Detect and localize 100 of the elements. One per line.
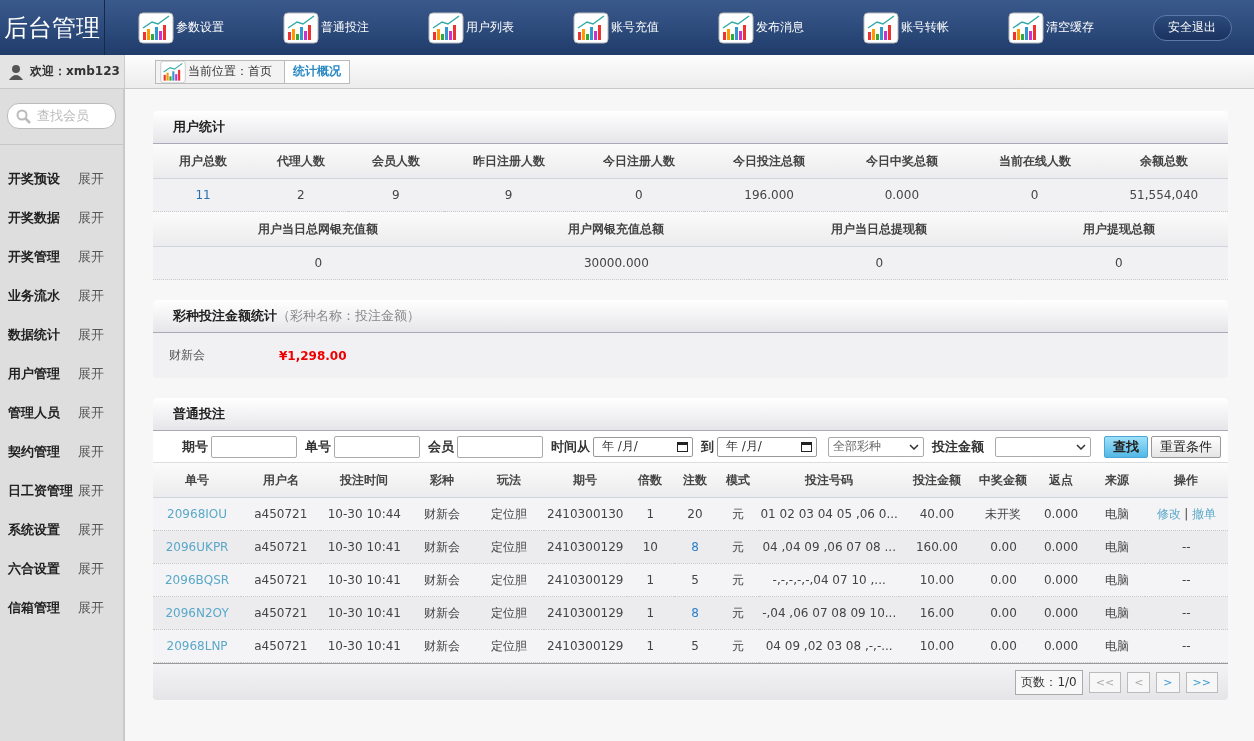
table-cell: -- bbox=[1144, 629, 1228, 663]
filter-label: 到 bbox=[701, 437, 714, 456]
column-header: 模式 bbox=[716, 463, 760, 498]
filter-label: 会员 bbox=[428, 437, 454, 456]
table-cell: 01 02 03 04 05 ,06 0... bbox=[759, 497, 900, 531]
panel-title: 普通投注 bbox=[173, 405, 225, 423]
expand-link[interactable]: 展开 bbox=[78, 598, 104, 617]
expand-link[interactable]: 展开 bbox=[78, 559, 104, 578]
column-header: 用户名 bbox=[241, 463, 321, 498]
sidebar-item[interactable]: 数据统计 bbox=[8, 325, 78, 344]
bar-chart-icon bbox=[282, 11, 319, 44]
table-cell: 0.00 bbox=[974, 596, 1033, 630]
expand-link[interactable]: 展开 bbox=[78, 442, 104, 461]
table-cell: 财新会 bbox=[408, 596, 475, 630]
table-cell: 2410300129 bbox=[543, 563, 627, 597]
expand-link[interactable]: 展开 bbox=[78, 247, 104, 266]
sidebar-item[interactable]: 业务流水 bbox=[8, 286, 78, 305]
table-cell: -,-,-,-,-,04 07 10 ,... bbox=[759, 563, 900, 597]
nav-item[interactable]: 普通投注 bbox=[282, 11, 428, 44]
reset-button[interactable]: 重置条件 bbox=[1151, 435, 1221, 458]
table-cell: 财新会 bbox=[408, 530, 475, 564]
table-cell: 10 bbox=[626, 530, 674, 564]
column-header: 投注金额 bbox=[899, 463, 975, 498]
sidebar-item[interactable]: 用户管理 bbox=[8, 364, 78, 383]
table-cell: 10-30 10:41 bbox=[320, 629, 409, 663]
table-cell: 0.00 bbox=[974, 629, 1033, 663]
table-cell: 财新会 bbox=[408, 629, 475, 663]
search-icon bbox=[16, 108, 31, 124]
expand-link[interactable]: 展开 bbox=[78, 481, 104, 500]
table-cell: a450721 bbox=[241, 497, 321, 531]
table-cell: 11 bbox=[153, 178, 254, 212]
sidebar-item[interactable]: 管理人员 bbox=[8, 403, 78, 422]
filter-label: 单号 bbox=[305, 437, 331, 456]
table-cell: 2410300129 bbox=[543, 596, 627, 630]
table-cell: 10-30 10:44 bbox=[320, 497, 409, 531]
column-header: 昨日注册人数 bbox=[443, 144, 574, 179]
table-cell: 定位胆 bbox=[474, 497, 544, 531]
bar-chart-icon bbox=[160, 59, 186, 84]
expand-link[interactable]: 展开 bbox=[78, 364, 104, 383]
column-header: 用户当日总网银充值额 bbox=[153, 212, 484, 247]
sidebar-item[interactable]: 系统设置 bbox=[8, 520, 78, 539]
sidebar-item[interactable]: 开奖预设 bbox=[8, 169, 78, 188]
column-header: 今日中奖总额 bbox=[834, 144, 970, 179]
nav-item[interactable]: 账号转帐 bbox=[862, 11, 1008, 44]
column-header: 投注号码 bbox=[759, 463, 900, 498]
expand-link[interactable]: 展开 bbox=[78, 403, 104, 422]
table-cell: -,04 ,06 07 08 09 10... bbox=[759, 596, 900, 630]
sidebar-item[interactable]: 开奖数据 bbox=[8, 208, 78, 227]
column-header: 彩种 bbox=[408, 463, 475, 498]
date-field[interactable]: 年 /月/ bbox=[593, 436, 693, 457]
sidebar-item[interactable]: 六合设置 bbox=[8, 559, 78, 578]
expand-link[interactable]: 展开 bbox=[78, 169, 104, 188]
table-cell: 20 bbox=[673, 497, 716, 531]
table-cell: a450721 bbox=[241, 563, 321, 597]
nav-item[interactable]: 发布消息 bbox=[717, 11, 863, 44]
column-header: 倍数 bbox=[626, 463, 674, 498]
bar-chart-icon bbox=[862, 11, 899, 44]
table-cell: 未开奖 bbox=[974, 497, 1033, 531]
lottery-name: 财新会 bbox=[169, 347, 206, 364]
column-header: 注数 bbox=[673, 463, 716, 498]
nav-item[interactable]: 参数设置 bbox=[137, 11, 283, 44]
sidebar-item[interactable]: 开奖管理 bbox=[8, 247, 78, 266]
table-cell: 元 bbox=[716, 530, 760, 564]
logout-button[interactable]: 安全退出 bbox=[1152, 14, 1232, 41]
expand-link[interactable]: 展开 bbox=[78, 325, 104, 344]
expand-link[interactable]: 展开 bbox=[78, 520, 104, 539]
table-cell: 10-30 10:41 bbox=[320, 563, 409, 597]
page-info: 页数：1/0 bbox=[1015, 670, 1083, 695]
text-input-field[interactable] bbox=[334, 435, 420, 458]
table-cell: a450721 bbox=[241, 596, 321, 630]
text-input-field[interactable] bbox=[211, 435, 297, 458]
select-field[interactable] bbox=[995, 436, 1091, 457]
date-field[interactable]: 年 /月/ bbox=[717, 436, 817, 457]
table-cell: 0.000 bbox=[1032, 530, 1090, 564]
user-icon bbox=[8, 63, 24, 80]
sidebar-item[interactable]: 信箱管理 bbox=[8, 598, 78, 617]
table-cell: 04 09 ,02 03 08 ,-,-... bbox=[759, 629, 900, 663]
column-header: 代理人数 bbox=[253, 144, 349, 179]
table-cell: 0.000 bbox=[1032, 563, 1090, 597]
expand-link[interactable]: 展开 bbox=[78, 286, 104, 305]
table-cell: 0.000 bbox=[1032, 629, 1090, 663]
select-field[interactable]: 全部彩种 bbox=[828, 436, 924, 457]
column-header: 今日投注总额 bbox=[704, 144, 835, 179]
expand-link[interactable]: 展开 bbox=[78, 208, 104, 227]
text-input-field[interactable] bbox=[457, 435, 543, 458]
filter-label: 时间从 bbox=[551, 437, 590, 456]
breadcrumb-link[interactable]: 当前位置：首页 bbox=[155, 59, 285, 84]
nav-item[interactable]: 用户列表 bbox=[427, 11, 573, 44]
sidebar-item[interactable]: 契约管理 bbox=[8, 442, 78, 461]
search-button[interactable]: 查找 bbox=[1104, 435, 1148, 458]
nav-item[interactable]: 账号充值 bbox=[572, 11, 718, 44]
breadcrumb-current[interactable]: 统计概况 bbox=[285, 59, 350, 84]
nav-item[interactable]: 清空缓存 bbox=[1007, 11, 1153, 44]
table-cell: 30000.000 bbox=[483, 246, 750, 280]
table-cell: 04 ,04 09 ,06 07 08 ... bbox=[759, 530, 900, 564]
table-cell: 元 bbox=[716, 563, 760, 597]
bar-chart-icon bbox=[427, 11, 464, 44]
sidebar-item[interactable]: 日工资管理 bbox=[8, 481, 78, 500]
table-cell: 财新会 bbox=[408, 497, 475, 531]
table-cell: 16.00 bbox=[899, 596, 975, 630]
